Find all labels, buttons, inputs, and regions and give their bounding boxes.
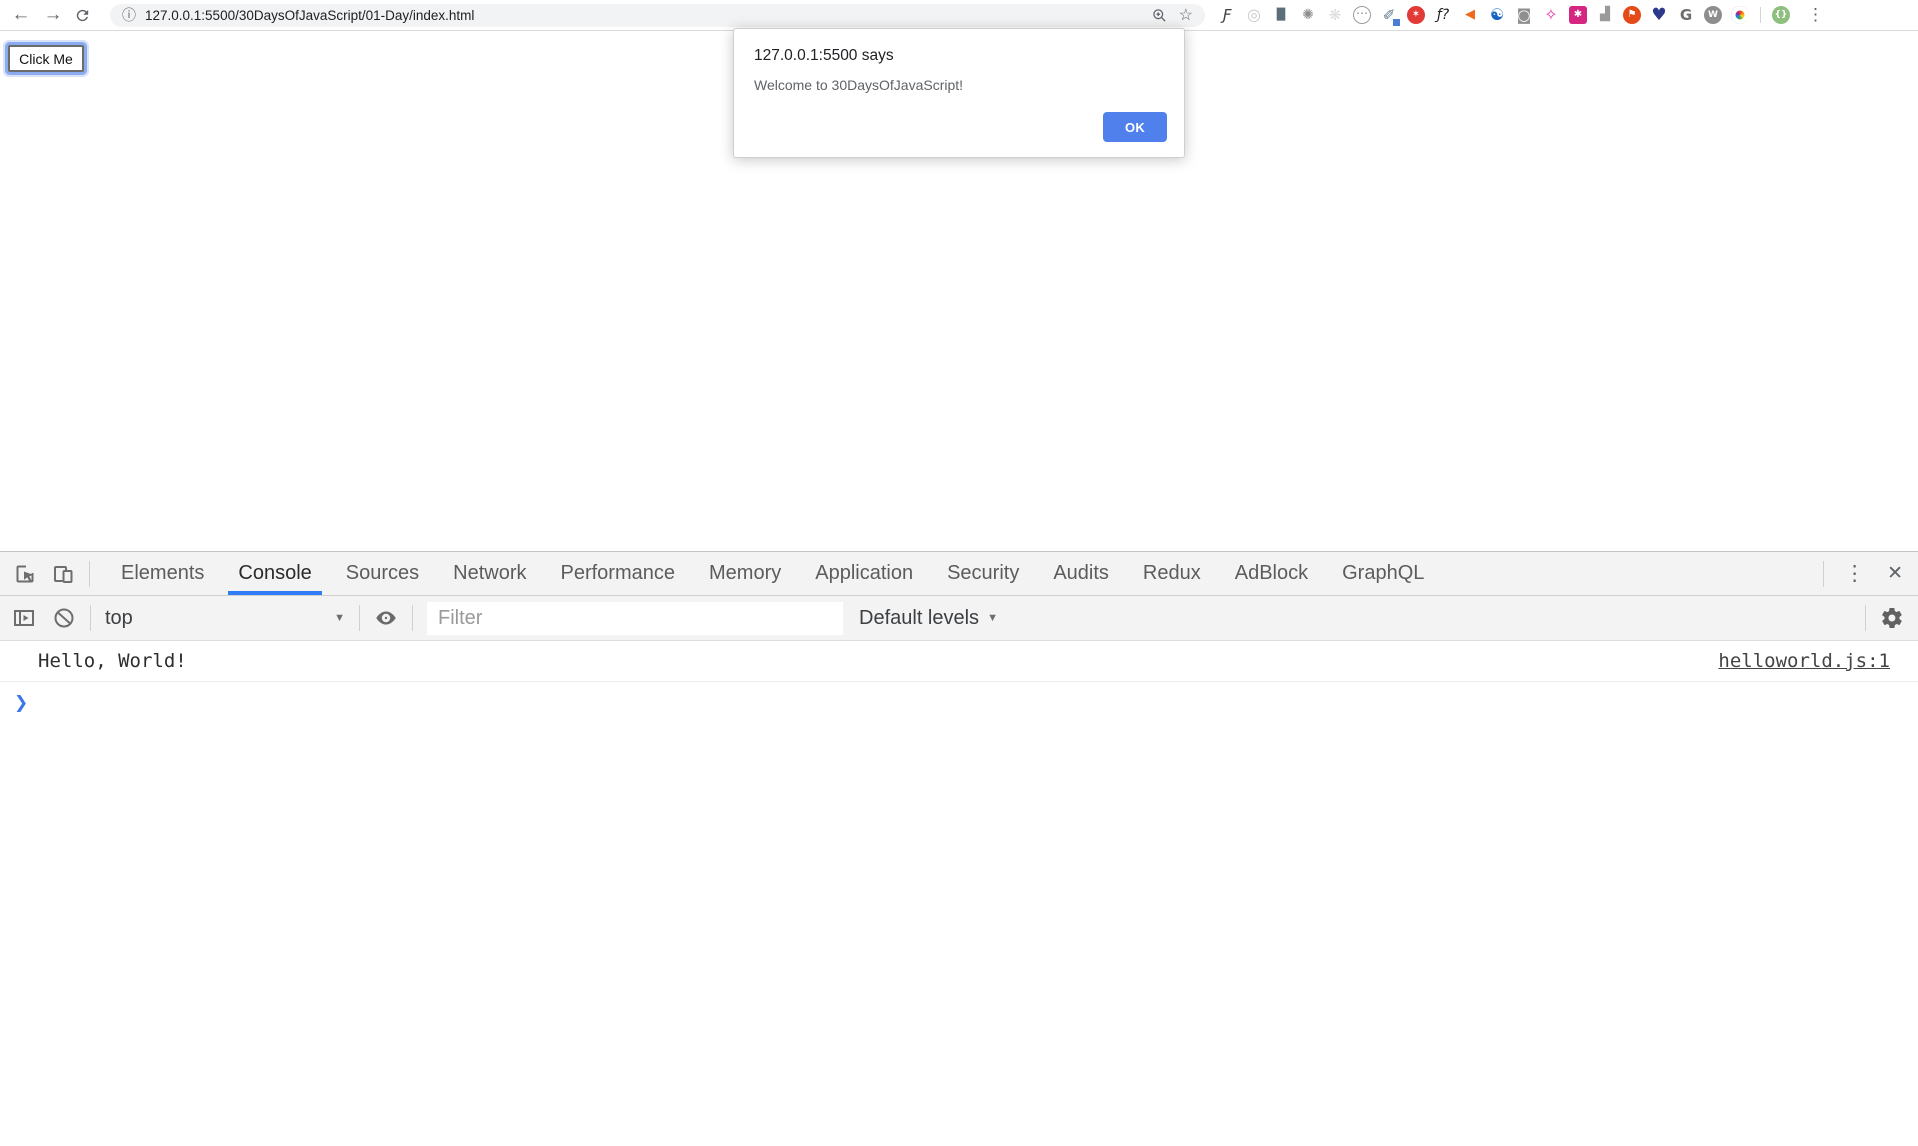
inspect-element-icon[interactable] bbox=[13, 562, 37, 586]
console-log-row: Hello, World! helloworld.js:1 bbox=[0, 641, 1918, 682]
bug-icon[interactable]: ✺ bbox=[1299, 6, 1317, 24]
split-panels-icon[interactable]: ▐▌ bbox=[1272, 6, 1290, 24]
browser-toolbar: ← → ⓘ 127.0.0.1:5500/30DaysOfJavaScript/… bbox=[0, 0, 1918, 31]
console-toolbar: top ▼ Default levels ▼ bbox=[0, 596, 1918, 641]
json-brackets-icon[interactable]: {} bbox=[1772, 6, 1790, 24]
tab-graphql[interactable]: GraphQL bbox=[1325, 552, 1441, 595]
tab-application[interactable]: Application bbox=[798, 552, 930, 595]
tab-network[interactable]: Network bbox=[436, 552, 543, 595]
color-picker-icon[interactable]: ✐ bbox=[1380, 6, 1398, 24]
devtools-tabbar: Elements Console Sources Network Perform… bbox=[0, 552, 1918, 596]
console-log-text: Hello, World! bbox=[38, 650, 187, 672]
devtools-menu-icon[interactable]: ⋮ bbox=[1838, 561, 1871, 586]
g-letter-icon[interactable]: G bbox=[1677, 6, 1695, 24]
toolbar-divider-1 bbox=[90, 605, 91, 631]
log-levels-label: Default levels bbox=[859, 607, 979, 630]
bookmark-circle-icon[interactable]: ⚑ bbox=[1623, 6, 1641, 24]
console-settings-gear-icon[interactable] bbox=[1880, 606, 1904, 630]
devtools-panel: Elements Console Sources Network Perform… bbox=[0, 551, 1918, 1146]
tab-performance[interactable]: Performance bbox=[544, 552, 693, 595]
function-help-icon[interactable]: ƒ? bbox=[1434, 6, 1452, 24]
prompt-chevron-icon: ❯ bbox=[14, 693, 28, 713]
context-label: top bbox=[105, 607, 133, 630]
toolbar-divider-3 bbox=[412, 605, 413, 631]
filter-input[interactable] bbox=[427, 602, 843, 635]
tab-console[interactable]: Console bbox=[221, 552, 328, 595]
rainbow-circle-icon[interactable] bbox=[1731, 6, 1749, 24]
clear-console-icon[interactable] bbox=[52, 606, 76, 630]
lens-icon[interactable]: ◎ bbox=[1245, 6, 1263, 24]
alert-title: 127.0.0.1:5500 says bbox=[754, 47, 1164, 65]
tab-adblock[interactable]: AdBlock bbox=[1218, 552, 1325, 595]
devtools-close-icon[interactable]: ✕ bbox=[1887, 562, 1903, 585]
blue-swirl-icon[interactable]: ☯ bbox=[1488, 6, 1506, 24]
tabbar-divider bbox=[89, 561, 90, 587]
browser-menu-icon[interactable]: ⋮ bbox=[1807, 5, 1824, 25]
reload-icon[interactable] bbox=[74, 7, 96, 24]
blocks-icon[interactable]: ▟ bbox=[1596, 6, 1614, 24]
fonts-f-icon[interactable]: Ƒ bbox=[1218, 6, 1236, 24]
megaphone-icon[interactable]: ◀ bbox=[1461, 6, 1479, 24]
console-prompt[interactable]: ❯ bbox=[0, 682, 1918, 723]
back-icon[interactable]: ← bbox=[10, 4, 32, 26]
log-levels-caret-icon: ▼ bbox=[987, 612, 998, 624]
url-text[interactable]: 127.0.0.1:5500/30DaysOfJavaScript/01-Day… bbox=[145, 8, 1152, 23]
alert-message: Welcome to 30DaysOfJavaScript! bbox=[754, 77, 1164, 93]
heart-search-icon[interactable]: ♥ bbox=[1650, 6, 1668, 24]
console-source-link[interactable]: helloworld.js:1 bbox=[1718, 650, 1890, 672]
tabbar-right-divider bbox=[1823, 561, 1824, 587]
w-circle-icon[interactable]: W bbox=[1704, 6, 1722, 24]
execution-context-select[interactable]: top ▼ bbox=[105, 607, 345, 630]
click-me-button[interactable]: Click Me bbox=[8, 45, 84, 72]
log-levels-select[interactable]: Default levels ▼ bbox=[859, 607, 998, 630]
forward-icon[interactable]: → bbox=[42, 4, 64, 26]
site-info-icon[interactable]: ⓘ bbox=[122, 5, 136, 25]
atom-icon[interactable]: ❋ bbox=[1326, 6, 1344, 24]
alert-ok-button[interactable]: OK bbox=[1103, 112, 1167, 142]
device-toolbar-icon[interactable] bbox=[51, 562, 75, 586]
tab-security[interactable]: Security bbox=[930, 552, 1036, 595]
tab-redux[interactable]: Redux bbox=[1126, 552, 1218, 595]
toolbar-divider-2 bbox=[359, 605, 360, 631]
context-caret-icon: ▼ bbox=[334, 612, 345, 624]
extensions-divider bbox=[1760, 7, 1761, 23]
url-bar[interactable]: ⓘ 127.0.0.1:5500/30DaysOfJavaScript/01-D… bbox=[110, 4, 1205, 27]
toolbar-divider-4 bbox=[1865, 605, 1866, 631]
graphql-icon[interactable]: ✧ bbox=[1542, 6, 1560, 24]
camera-icon[interactable]: ◙ bbox=[1515, 6, 1533, 24]
tab-elements[interactable]: Elements bbox=[104, 552, 221, 595]
stop-hand-icon[interactable]: ✶ bbox=[1407, 6, 1425, 24]
extensions-area: Ƒ ◎ ▐▌ ✺ ❋ ⋯ ✐ ✶ ƒ? ◀ ☯ ◙ ✧ ✱ ▟ ⚑ ♥ GW {} bbox=[1218, 6, 1790, 24]
tab-audits[interactable]: Audits bbox=[1036, 552, 1126, 595]
tab-sources[interactable]: Sources bbox=[329, 552, 436, 595]
nav-buttons: ← → bbox=[0, 4, 96, 26]
bookmark-star-icon[interactable]: ☆ bbox=[1179, 5, 1193, 25]
pink-settings-icon[interactable]: ✱ bbox=[1569, 6, 1587, 24]
live-expression-eye-icon[interactable] bbox=[374, 606, 398, 630]
tab-memory[interactable]: Memory bbox=[692, 552, 798, 595]
console-sidebar-icon[interactable] bbox=[12, 606, 36, 630]
dots-circle-icon[interactable]: ⋯ bbox=[1353, 6, 1371, 24]
alert-dialog: 127.0.0.1:5500 says Welcome to 30DaysOfJ… bbox=[733, 28, 1185, 158]
page-zoom-icon[interactable] bbox=[1152, 8, 1167, 23]
